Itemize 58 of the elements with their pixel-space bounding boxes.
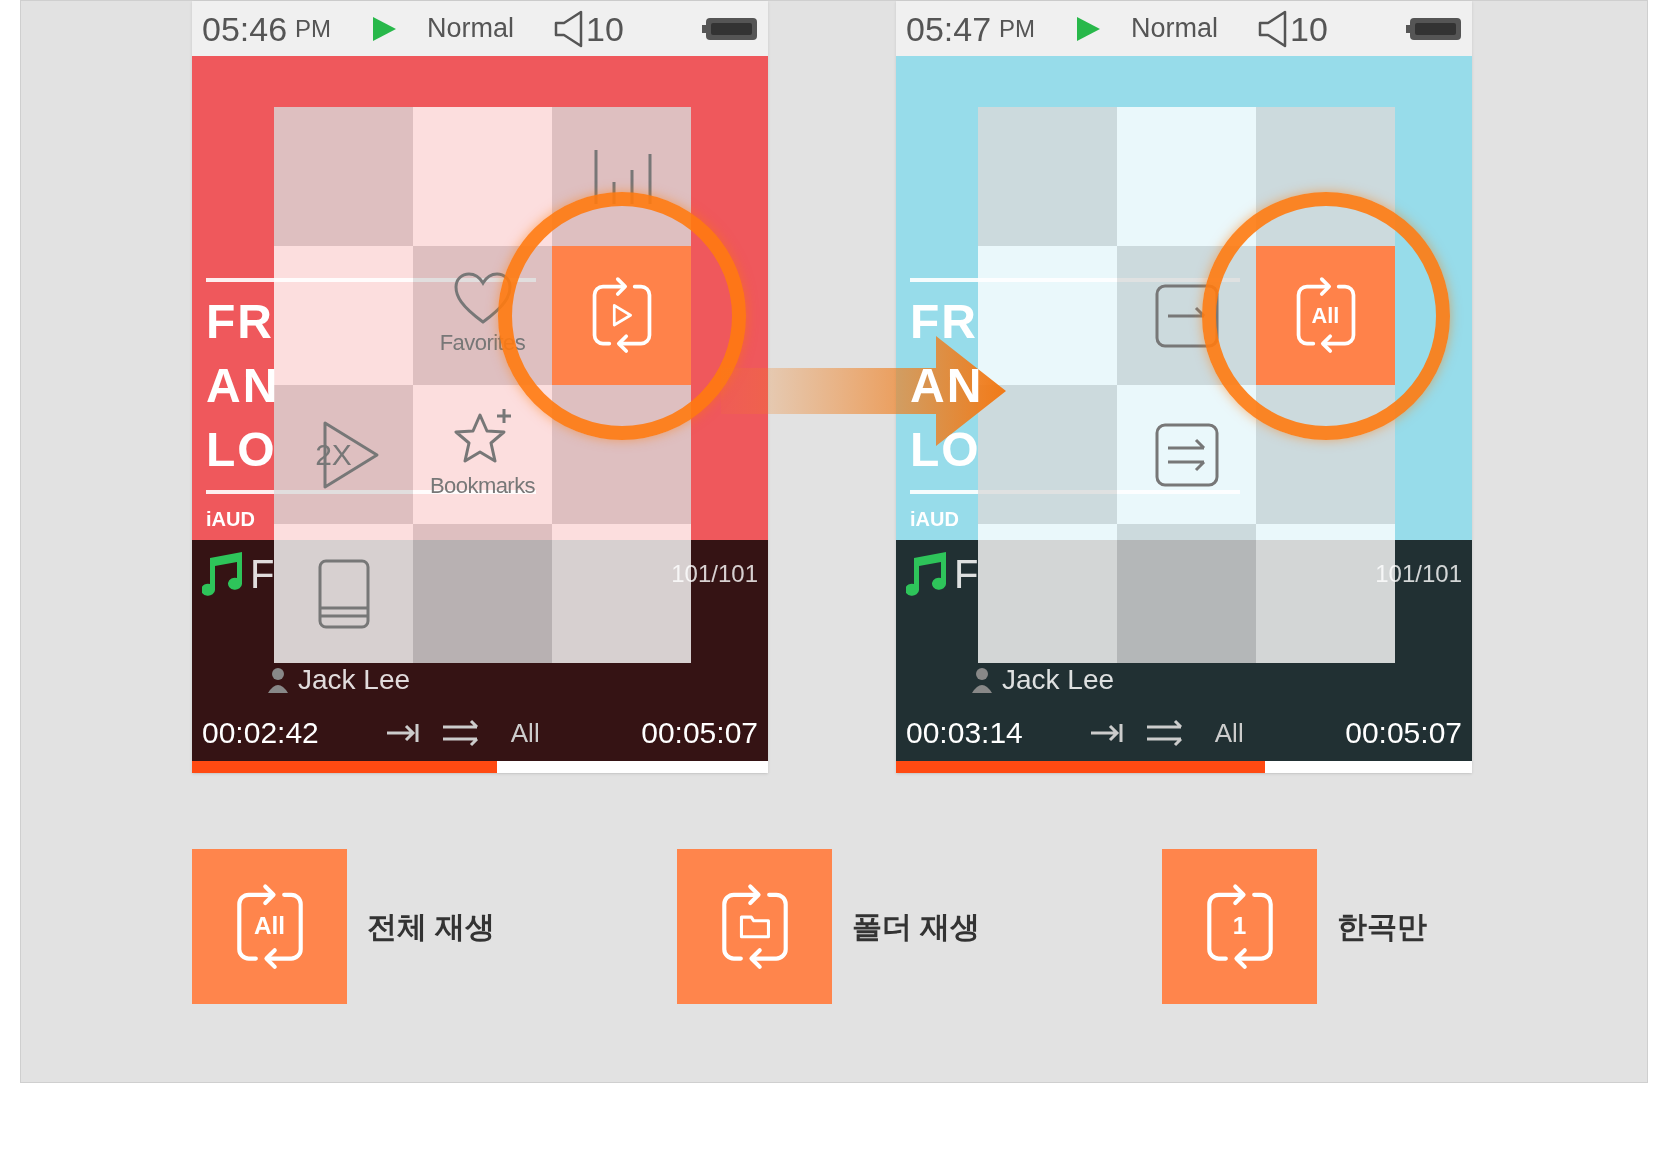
arrow-box-icon (1153, 282, 1220, 349)
sound-mode: Normal (427, 15, 515, 42)
play-icon (610, 303, 633, 328)
menu-tile[interactable] (1117, 246, 1256, 385)
menu-tile[interactable]: Bookmarks (413, 385, 552, 524)
elapsed-time: 00:02:42 (202, 718, 319, 748)
album-title: LO (206, 422, 277, 478)
shuffle-icon (1144, 719, 1185, 747)
play-icon (1075, 15, 1102, 42)
album-title: LO (910, 422, 981, 478)
menu-tile[interactable] (1117, 385, 1256, 524)
repeat-icon-label: 1 (1232, 914, 1247, 939)
album-title: AN (910, 358, 984, 414)
clock-period: PM (999, 16, 1036, 41)
repeat-mode-label: All (1214, 720, 1244, 746)
repeat-icon-label: All (1311, 304, 1340, 327)
repeat-icon-label: All (253, 914, 286, 939)
album-credit: iAUD (910, 507, 959, 532)
artist-name: Jack Lee (1002, 666, 1115, 694)
volume-level: 10 (1290, 11, 1328, 46)
album-credit: iAUD (206, 507, 255, 532)
shuffle-box-icon (1153, 421, 1220, 488)
artist-name: Jack Lee (298, 666, 411, 694)
total-time: 00:05:07 (1345, 718, 1462, 748)
track-title: F (250, 554, 275, 594)
battery-icon (702, 16, 758, 41)
album-title: FR (910, 294, 978, 350)
play-icon (371, 15, 398, 42)
repeat-mode-caption: 폴더 재생 (852, 909, 981, 945)
menu-label: Bookmarks (429, 472, 536, 500)
book-icon (316, 557, 371, 630)
total-time: 00:05:07 (641, 718, 758, 748)
clock-time: 05:46 (202, 11, 288, 46)
music-note-icon (202, 552, 244, 596)
repeat-mode-caption: 전체 재생 (367, 909, 496, 945)
album-title: FR (206, 294, 274, 350)
volume-level: 10 (586, 11, 624, 46)
menu-tile[interactable]: All (1256, 246, 1395, 385)
battery-icon (1406, 16, 1462, 41)
clock-period: PM (295, 16, 332, 41)
menu-tile[interactable] (274, 524, 413, 663)
menu-tile[interactable] (552, 246, 691, 385)
sound-mode: Normal (1131, 15, 1219, 42)
person-icon (266, 667, 290, 693)
elapsed-time: 00:03:14 (906, 718, 1023, 748)
repeat-mode-label: All (510, 720, 540, 746)
folder-icon (738, 913, 771, 940)
menu-tile[interactable] (552, 107, 691, 246)
track-title: F (954, 554, 979, 594)
person-icon (970, 667, 994, 693)
speaker-icon (554, 9, 585, 48)
clock-time: 05:47 (906, 11, 992, 46)
speaker-icon (1258, 9, 1289, 48)
play-next-icon (384, 722, 419, 744)
repeat-mode-caption: 한곡만 (1337, 909, 1427, 945)
shuffle-icon (440, 719, 481, 747)
play-next-icon (1088, 722, 1123, 744)
music-note-icon (906, 552, 948, 596)
